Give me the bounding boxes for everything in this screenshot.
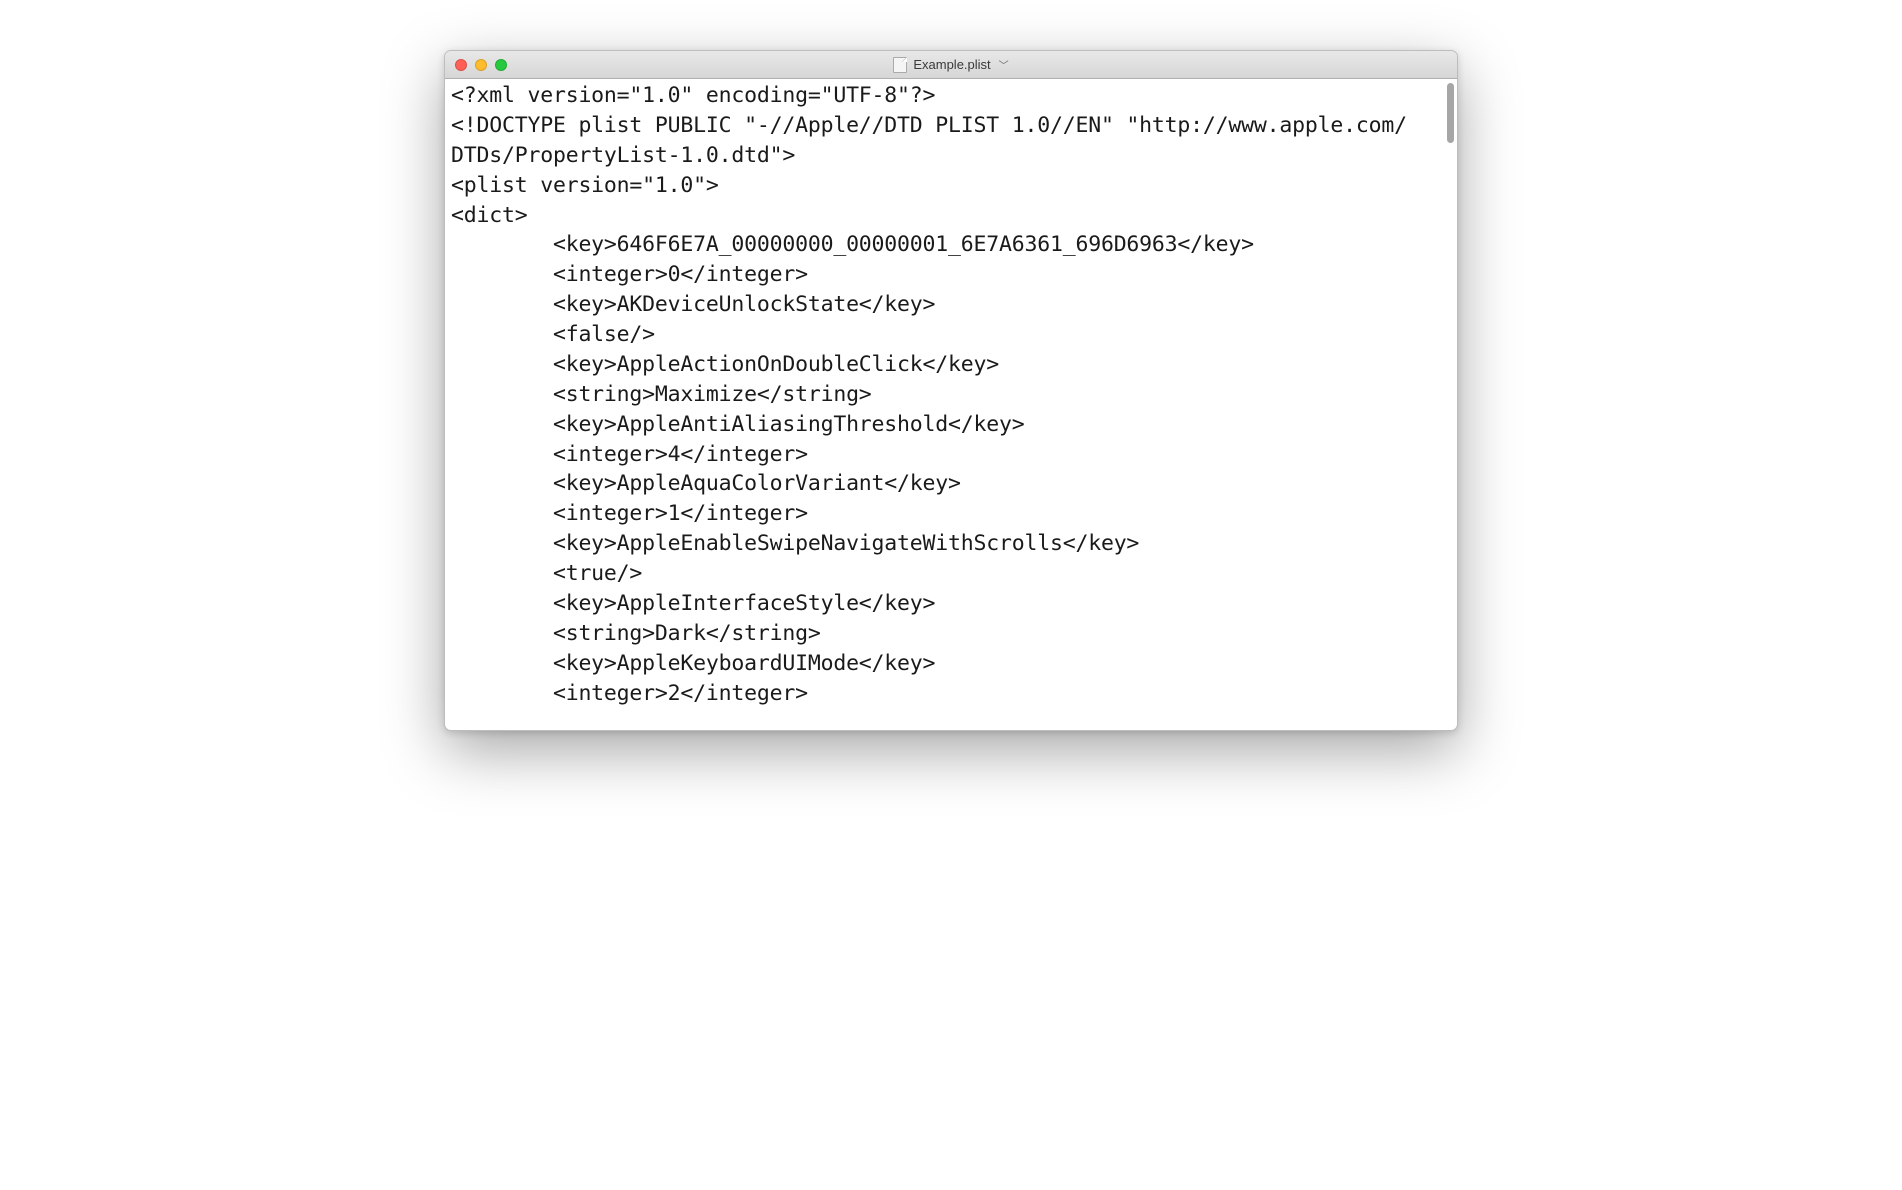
traffic-lights [455,59,507,71]
scrollbar-thumb[interactable] [1447,83,1454,143]
window-title-wrap: Example.plist ﹀ [445,57,1457,73]
scrollbar-track[interactable] [1445,83,1454,726]
chevron-down-icon[interactable]: ﹀ [999,57,1009,72]
maximize-button[interactable] [495,59,507,71]
text-content[interactable]: <?xml version="1.0" encoding="UTF-8"?> <… [445,79,1457,730]
content-area: <?xml version="1.0" encoding="UTF-8"?> <… [445,79,1457,730]
document-icon [893,57,907,73]
window-title: Example.plist [913,57,990,72]
text-editor-window: Example.plist ﹀ <?xml version="1.0" enco… [444,50,1458,731]
window-titlebar[interactable]: Example.plist ﹀ [445,51,1457,79]
close-button[interactable] [455,59,467,71]
minimize-button[interactable] [475,59,487,71]
